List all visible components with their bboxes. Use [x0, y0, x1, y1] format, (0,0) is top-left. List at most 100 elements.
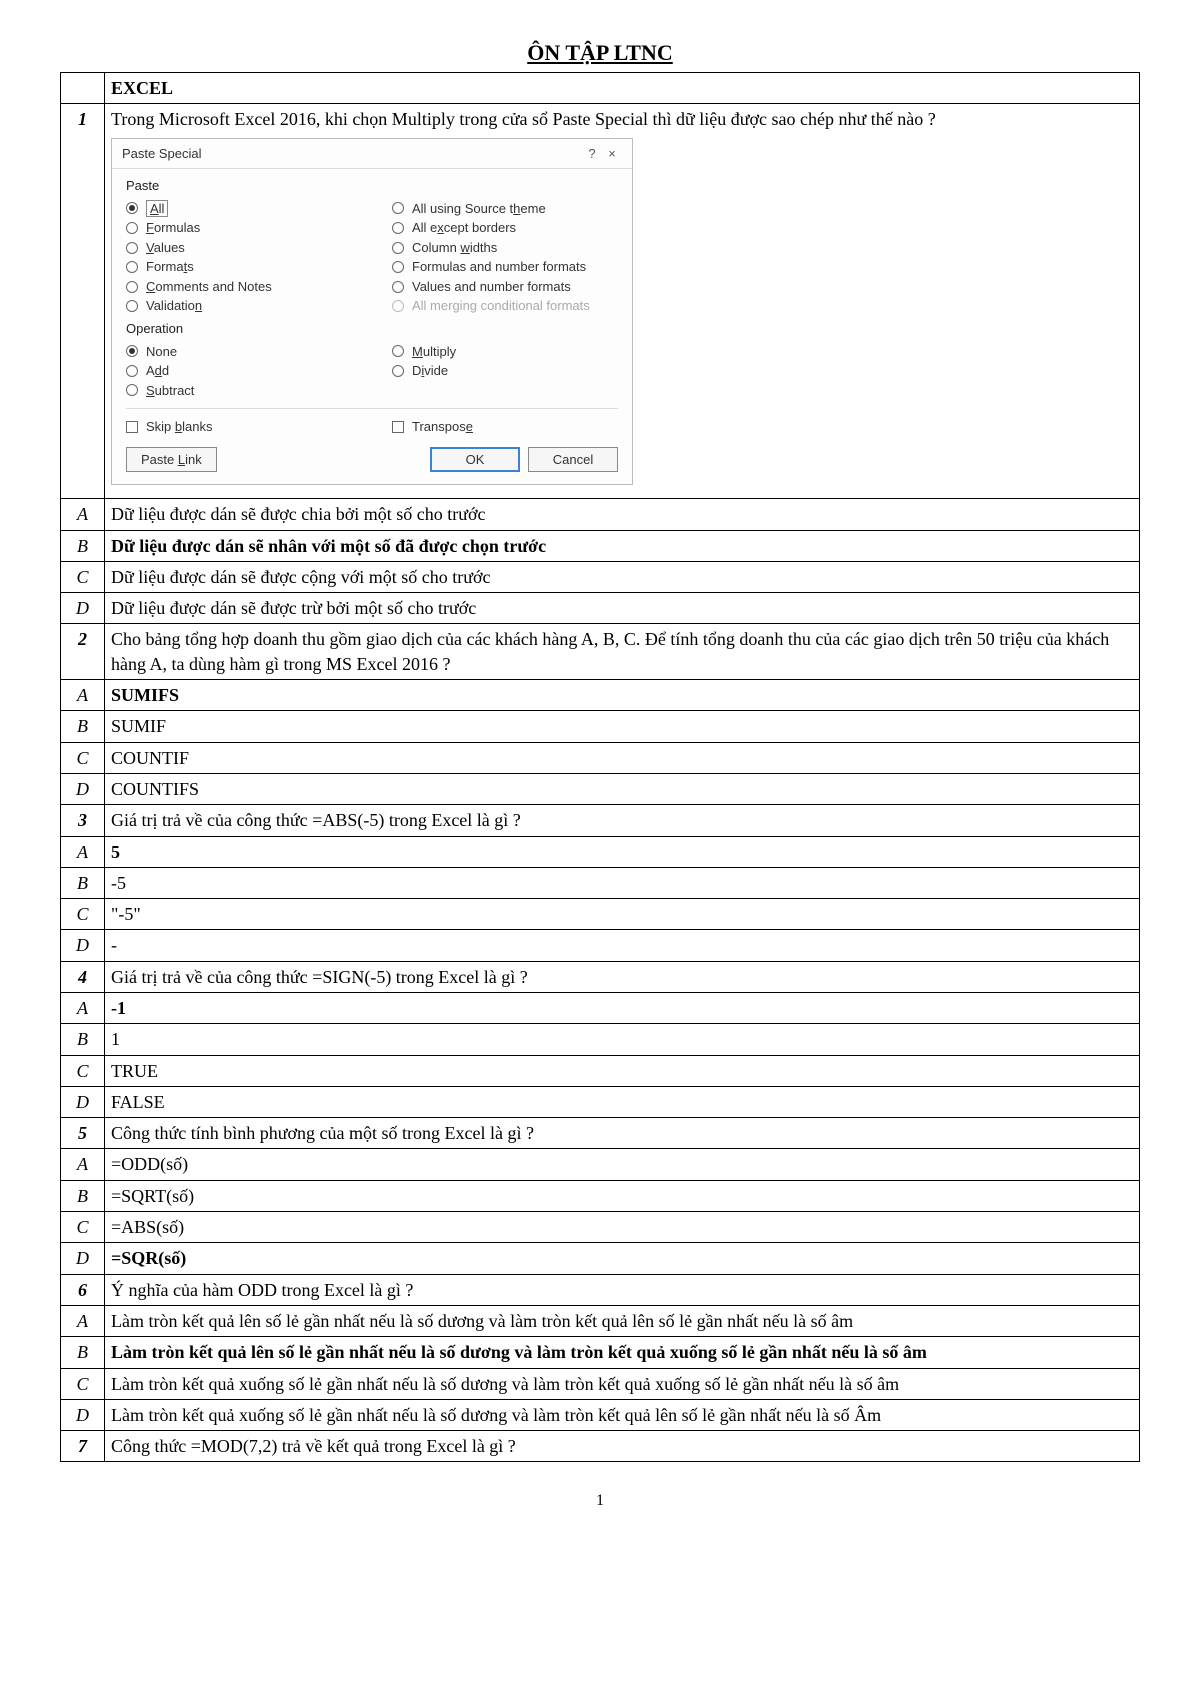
answer-text: Dữ liệu được dán sẽ được trừ bởi một số …: [105, 593, 1140, 624]
radio-icon: [126, 365, 138, 377]
answer-letter: C: [61, 1212, 105, 1243]
question-text: Trong Microsoft Excel 2016, khi chọn Mul…: [105, 104, 1140, 499]
cell-text: Làm tròn kết quả xuống số lẻ gần nhất nế…: [111, 1374, 899, 1394]
radio-icon: [126, 281, 138, 293]
table-row: D=SQR(số): [61, 1243, 1140, 1274]
table-row: DFALSE: [61, 1086, 1140, 1117]
answer-letter: B: [61, 1337, 105, 1368]
page-title: ÔN TẬP LTNC: [60, 40, 1140, 66]
answer-text: =ABS(số): [105, 1212, 1140, 1243]
question-number: 6: [61, 1274, 105, 1305]
paste-option[interactable]: All except borders: [392, 218, 618, 238]
checkbox-icon: [392, 421, 404, 433]
cell-text: Dữ liệu được dán sẽ được chia bởi một số…: [111, 504, 486, 524]
answer-text: FALSE: [105, 1086, 1140, 1117]
paste-special-dialog: Paste Special?×PasteAllFormulasValuesFor…: [111, 138, 633, 486]
question-text: Giá trị trả về của công thức =ABS(-5) tr…: [105, 805, 1140, 836]
cell-text: Ý nghĩa của hàm ODD trong Excel là gì ?: [111, 1280, 413, 1300]
table-row: CCOUNTIF: [61, 742, 1140, 773]
paste-option[interactable]: Column widths: [392, 238, 618, 258]
radio-icon: [126, 384, 138, 396]
cell-text: 5: [111, 842, 120, 862]
cell-text: =SQR(số): [111, 1248, 186, 1268]
cell-text: =SQRT(số): [111, 1186, 194, 1206]
radio-icon: [392, 281, 404, 293]
operation-option-label: None: [146, 343, 177, 361]
paste-option[interactable]: Comments and Notes: [126, 277, 352, 297]
operation-option-label: Divide: [412, 362, 448, 380]
transpose-checkbox[interactable]: Transpose: [392, 417, 618, 437]
cell-text: Giá trị trả về của công thức =ABS(-5) tr…: [111, 810, 521, 830]
paste-option[interactable]: Formulas and number formats: [392, 257, 618, 277]
cell-text: Làm tròn kết quả xuống số lẻ gần nhất nế…: [111, 1405, 881, 1425]
paste-option[interactable]: Values: [126, 238, 352, 258]
paste-option-label: All: [146, 200, 168, 218]
cell-text: Trong Microsoft Excel 2016, khi chọn Mul…: [111, 109, 936, 129]
operation-option[interactable]: Multiply: [392, 342, 618, 362]
table-row: A5: [61, 836, 1140, 867]
question-text: Công thức tính bình phương của một số tr…: [105, 1118, 1140, 1149]
paste-option-label: Column widths: [412, 239, 497, 257]
paste-option[interactable]: Formats: [126, 257, 352, 277]
paste-option[interactable]: All: [126, 199, 352, 219]
answer-text: Làm tròn kết quả lên số lẻ gần nhất nếu …: [105, 1305, 1140, 1336]
answer-text: =ODD(số): [105, 1149, 1140, 1180]
section-heading: EXCEL: [105, 73, 1140, 104]
operation-option[interactable]: Subtract: [126, 381, 352, 401]
paste-option-label: Formulas: [146, 219, 200, 237]
paste-option-label: Values: [146, 239, 185, 257]
question-text: Cho bảng tổng hợp doanh thu gồm giao dịc…: [105, 624, 1140, 680]
question-number: 4: [61, 961, 105, 992]
answer-text: -5: [105, 867, 1140, 898]
skip-blanks-checkbox[interactable]: Skip blanks: [126, 417, 352, 437]
help-icon[interactable]: ?: [582, 145, 602, 163]
answer-letter: B: [61, 1024, 105, 1055]
paste-link-button[interactable]: Paste Link: [126, 447, 217, 473]
answer-letter: D: [61, 773, 105, 804]
operation-option[interactable]: Add: [126, 361, 352, 381]
question-number: 3: [61, 805, 105, 836]
table-row: B=SQRT(số): [61, 1180, 1140, 1211]
answer-letter: B: [61, 711, 105, 742]
answer-letter: C: [61, 1368, 105, 1399]
question-text: Ý nghĩa của hàm ODD trong Excel là gì ?: [105, 1274, 1140, 1305]
answer-letter: A: [61, 1305, 105, 1336]
paste-option[interactable]: All using Source theme: [392, 199, 618, 219]
table-row: DLàm tròn kết quả xuống số lẻ gần nhất n…: [61, 1399, 1140, 1430]
table-row: C"-5": [61, 899, 1140, 930]
question-number: 5: [61, 1118, 105, 1149]
table-row: 7Công thức =MOD(7,2) trả về kết quả tron…: [61, 1431, 1140, 1462]
cancel-button[interactable]: Cancel: [528, 447, 618, 473]
page-number: 1: [60, 1492, 1140, 1510]
ok-button[interactable]: OK: [430, 447, 520, 473]
paste-option[interactable]: Formulas: [126, 218, 352, 238]
radio-icon: [392, 222, 404, 234]
answer-text: TRUE: [105, 1055, 1140, 1086]
answer-letter: A: [61, 993, 105, 1024]
paste-option[interactable]: Validation: [126, 296, 352, 316]
cell-text: Dữ liệu được dán sẽ được trừ bởi một số …: [111, 598, 476, 618]
question-number: 2: [61, 624, 105, 680]
operation-option[interactable]: None: [126, 342, 352, 362]
paste-option[interactable]: Values and number formats: [392, 277, 618, 297]
cell-text: Dữ liệu được dán sẽ nhân với một số đã đ…: [111, 536, 546, 556]
paste-option[interactable]: All merging conditional formats: [392, 296, 618, 316]
answer-text: SUMIFS: [105, 680, 1140, 711]
table-row: CTRUE: [61, 1055, 1140, 1086]
paste-option-label: All except borders: [412, 219, 516, 237]
table-row: BDữ liệu được dán sẽ nhân với một số đã …: [61, 530, 1140, 561]
paste-option-label: Comments and Notes: [146, 278, 272, 296]
answer-text: =SQR(số): [105, 1243, 1140, 1274]
close-icon[interactable]: ×: [602, 145, 622, 163]
radio-icon: [126, 345, 138, 357]
operation-option[interactable]: Divide: [392, 361, 618, 381]
paste-option-label: Values and number formats: [412, 278, 571, 296]
answer-text: 1: [105, 1024, 1140, 1055]
table-row: B-5: [61, 867, 1140, 898]
radio-icon: [392, 261, 404, 273]
table-row: C Làm tròn kết quả xuống số lẻ gần nhất n…: [61, 1368, 1140, 1399]
cell-text: =ODD(số): [111, 1154, 188, 1174]
cell-text: Giá trị trả về của công thức =SIGN(-5) t…: [111, 967, 528, 987]
cell-text: =ABS(số): [111, 1217, 184, 1237]
operation-option-label: Multiply: [412, 343, 456, 361]
